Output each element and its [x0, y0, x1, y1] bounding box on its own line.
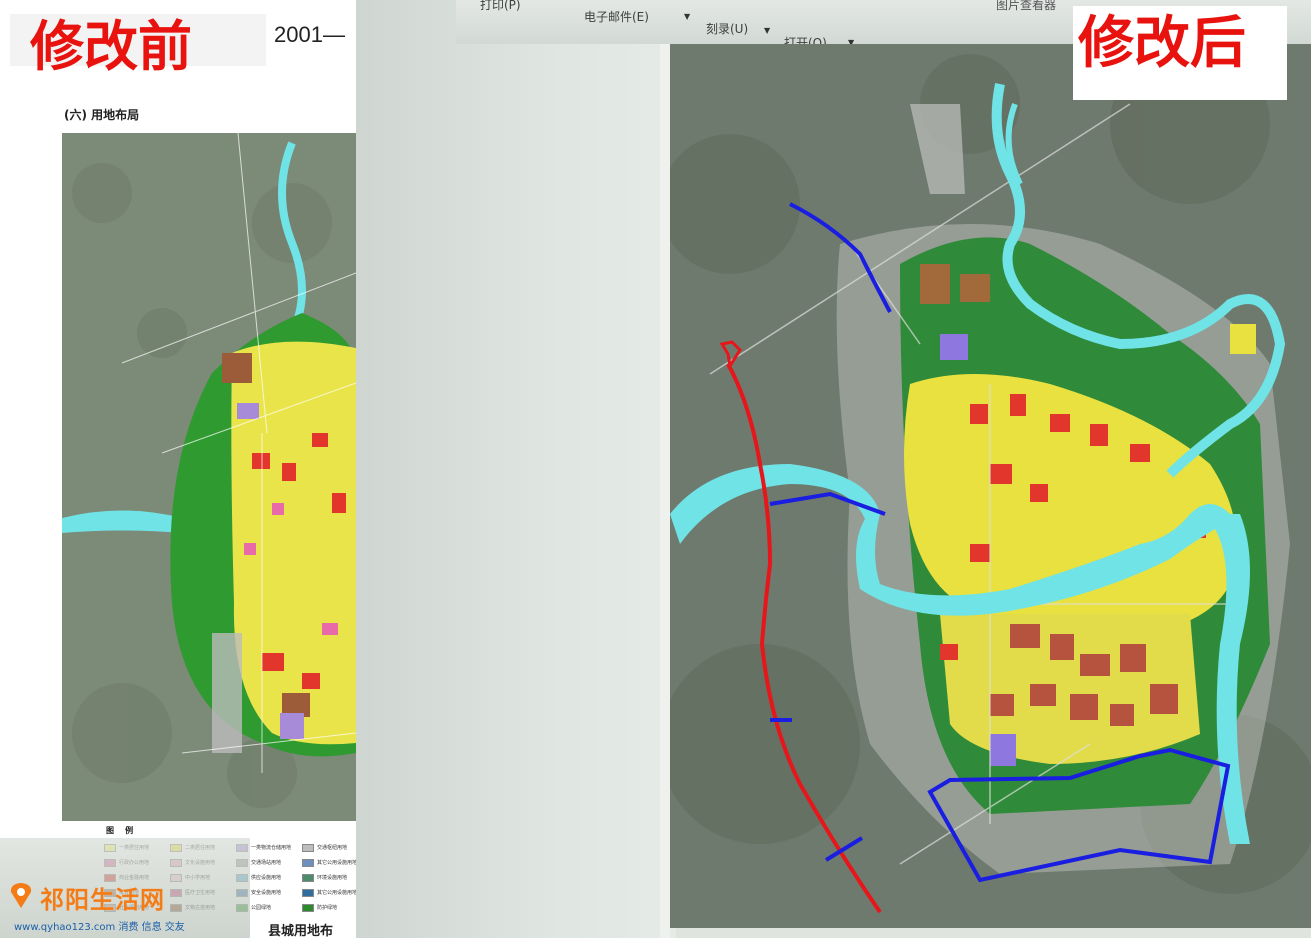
viewer-left-blank [356, 0, 676, 938]
legend-title: 图 例 [106, 826, 134, 835]
menu-email[interactable]: 电子邮件(E) [584, 8, 649, 25]
after-panel: 打印(P) 电子邮件(E) ▼ 刻录(U) ▼ 打开(O) ▼ 图片查看器 修改… [356, 0, 1311, 938]
menu-print[interactable]: 打印(P) [480, 0, 521, 13]
before-panel: 修改前 2001— (六) 用地布局 图 例 一类物流仓储用地 交通场站用地 供… [0, 0, 356, 938]
menu-burn[interactable]: 刻录(U) [706, 20, 748, 37]
after-land-use-map [670, 44, 1311, 928]
window-title: 图片查看器 [996, 0, 1057, 12]
section-title: (六) 用地布局 [64, 108, 140, 122]
footer-title-text: 县城用地布 [268, 924, 334, 938]
viewer-divider [660, 44, 670, 938]
year-range-text: 2001— [274, 22, 345, 47]
after-label: 修改后 [1078, 10, 1246, 76]
menu-burn-chevron-icon[interactable]: ▼ [764, 26, 770, 35]
watermark-brand: 祁阳生活网 [40, 886, 165, 914]
watermark-url: www.qyhao123.com 消费 信息 交友 [14, 922, 185, 933]
before-label: 修改前 [30, 14, 192, 78]
watermark: 祁阳生活网 www.qyhao123.com 消费 信息 交友 县城用地布 [0, 838, 356, 938]
watermark-logo-icon [10, 882, 32, 908]
before-land-use-map [62, 133, 356, 821]
menu-email-chevron-icon[interactable]: ▼ [684, 12, 690, 21]
